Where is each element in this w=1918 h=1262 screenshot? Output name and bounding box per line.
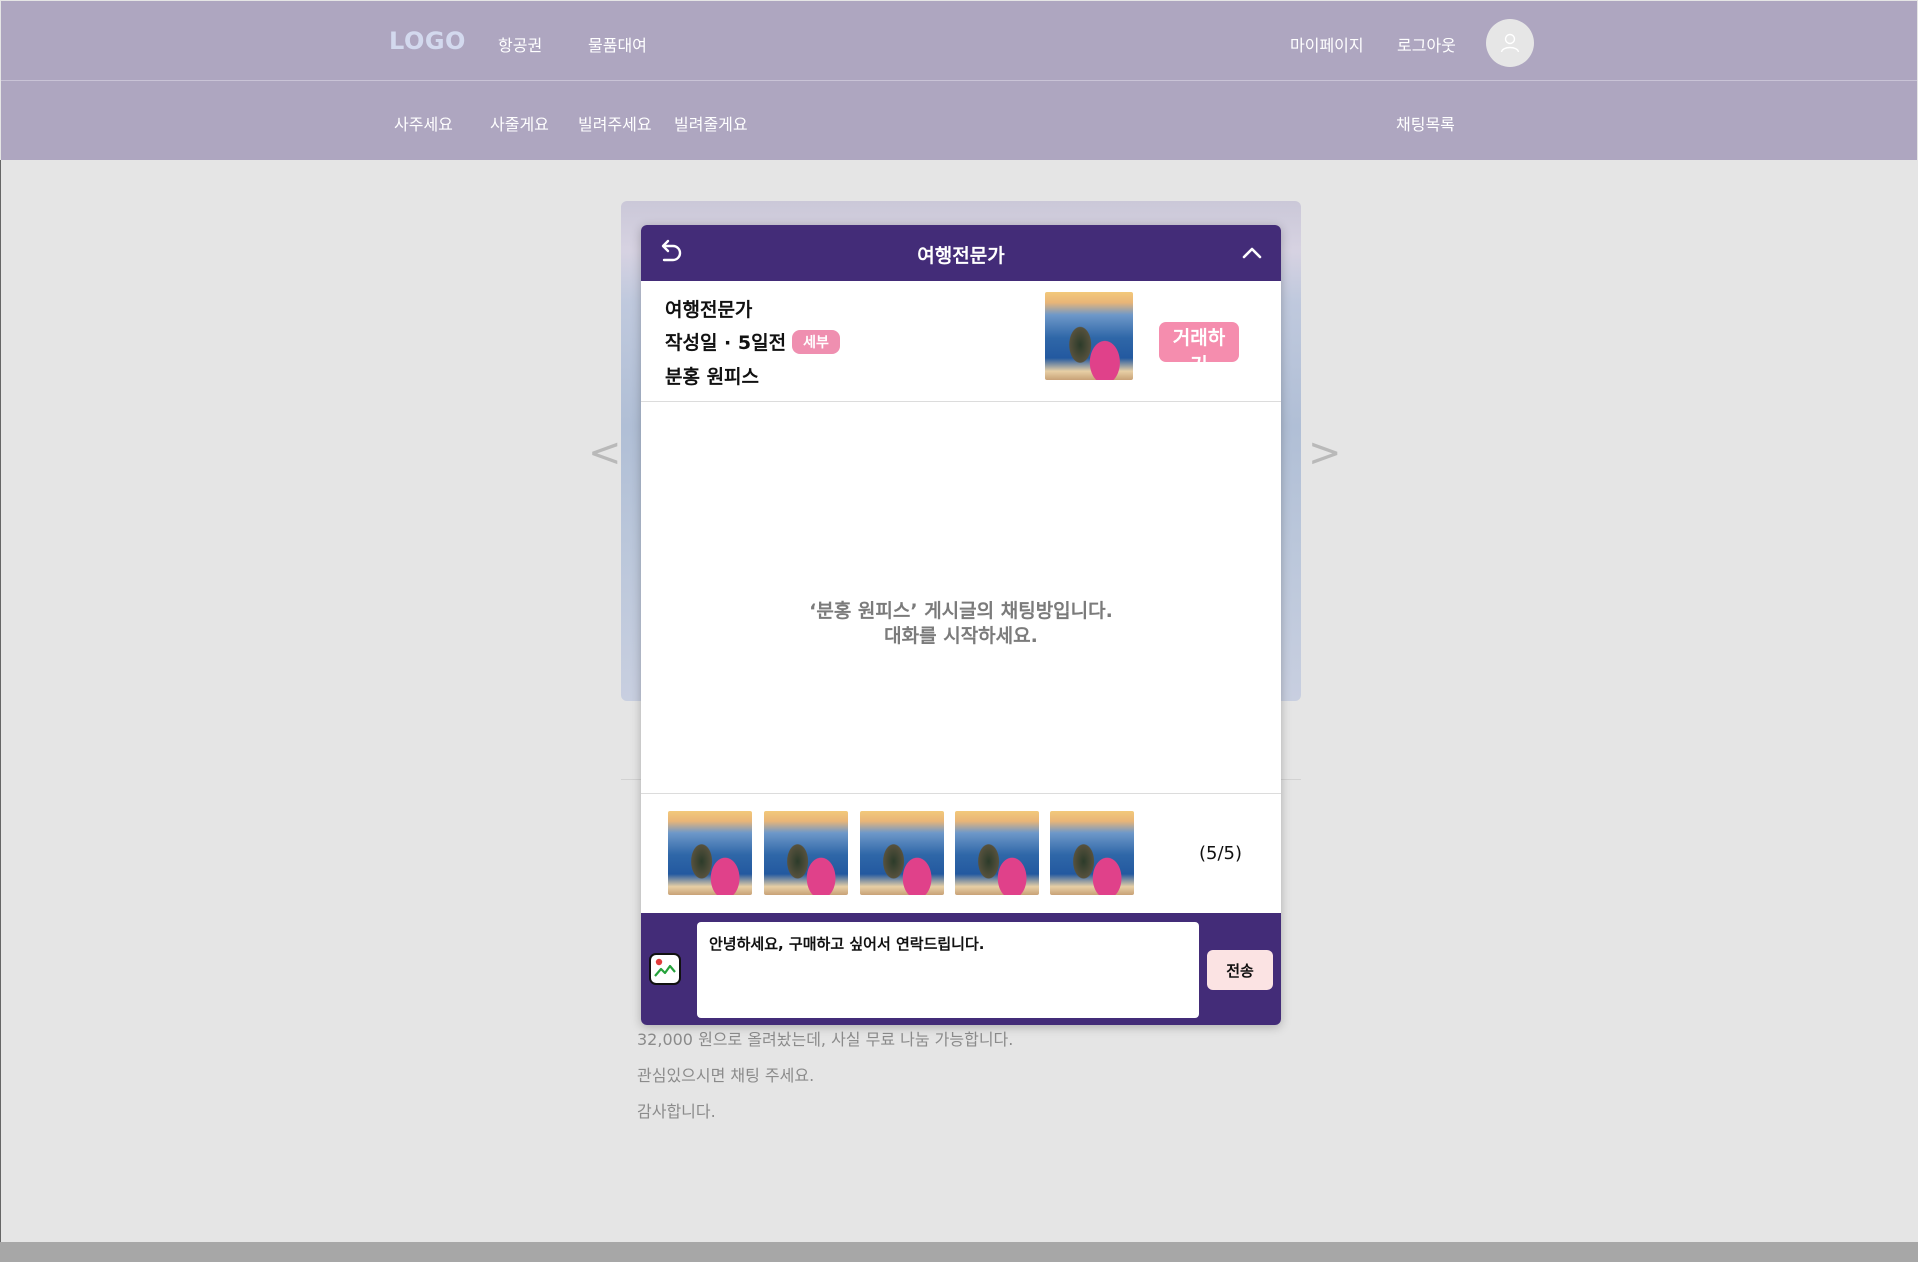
post-date-text: 작성일 · 5일전 bbox=[665, 332, 787, 354]
image-attach-icon bbox=[654, 958, 676, 977]
avatar[interactable] bbox=[1486, 19, 1534, 67]
prev-image-arrow[interactable]: < bbox=[588, 430, 622, 476]
category-lend-request[interactable]: 빌려주세요 bbox=[578, 111, 652, 135]
user-icon bbox=[1500, 33, 1520, 53]
empty-chat-message: ‘분홍 원피스’ 게시글의 채팅방입니다. 대화를 시작하세요. bbox=[641, 599, 1281, 649]
category-navigation: 사주세요 사줄게요 빌려주세요 빌려줄게요 채팅목록 bbox=[1, 81, 1917, 160]
empty-chat-line: 대화를 시작하세요. bbox=[884, 625, 1038, 647]
nav-link-mypage[interactable]: 마이페이지 bbox=[1290, 32, 1364, 56]
seller-name: 여행전문가 bbox=[665, 299, 753, 321]
chat-list-link[interactable]: 채팅목록 bbox=[1396, 111, 1455, 135]
top-navigation: LOGO 항공권 물품대여 마이페이지 로그아웃 bbox=[1, 1, 1917, 81]
item-title: 분홍 원피스 bbox=[665, 366, 760, 388]
send-button[interactable]: 전송 bbox=[1207, 950, 1273, 990]
attached-photo[interactable] bbox=[955, 811, 1039, 895]
category-will-lend[interactable]: 빌려줄게요 bbox=[674, 111, 748, 135]
nav-link-rental[interactable]: 물품대여 bbox=[588, 32, 647, 56]
message-composer: 안녕하세요, 구매하고 싶어서 연락드립니다. 전송 bbox=[641, 913, 1281, 1025]
post-date: 작성일 · 5일전 세부 bbox=[665, 328, 840, 355]
category-will-buy[interactable]: 사줄게요 bbox=[490, 111, 549, 135]
item-thumbnail[interactable] bbox=[1045, 292, 1133, 380]
chat-title: 여행전문가 bbox=[917, 245, 1005, 267]
nav-link-logout[interactable]: 로그아웃 bbox=[1397, 32, 1456, 56]
chat-header: 여행전문가 bbox=[641, 225, 1281, 281]
item-info: 여행전문가 작성일 · 5일전 세부 분홍 원피스 거래하기 bbox=[641, 281, 1281, 402]
logo[interactable]: LOGO bbox=[389, 27, 466, 55]
message-input[interactable]: 안녕하세요, 구매하고 싶어서 연락드립니다. bbox=[697, 922, 1199, 1018]
category-buy-request[interactable]: 사주세요 bbox=[394, 111, 453, 135]
attached-photo[interactable] bbox=[668, 811, 752, 895]
chat-modal: 여행전문가 여행전문가 작성일 · 5일전 세부 분홍 원피스 거래하기 ‘분홍 … bbox=[641, 225, 1281, 1025]
post-body-line: 감사합니다. bbox=[637, 1102, 716, 1121]
next-image-arrow[interactable]: > bbox=[1308, 430, 1342, 476]
photo-count: (5/5) bbox=[1199, 843, 1243, 864]
image-attach-button[interactable] bbox=[649, 953, 681, 985]
trade-button[interactable]: 거래하기 bbox=[1159, 322, 1239, 376]
gallery-divider bbox=[641, 793, 1281, 794]
collapse-button[interactable] bbox=[1235, 236, 1269, 270]
post-body-line: 32,000 원으로 올려놨는데, 사실 무료 나눔 가능합니다. bbox=[637, 1030, 1014, 1049]
attached-photo[interactable] bbox=[860, 811, 944, 895]
empty-chat-line: ‘분홍 원피스’ 게시글의 채팅방입니다. bbox=[809, 600, 1113, 622]
footer bbox=[0, 1242, 1918, 1262]
attached-photo[interactable] bbox=[764, 811, 848, 895]
chevron-up-icon bbox=[1242, 247, 1262, 259]
location-badge: 세부 bbox=[792, 330, 840, 354]
attached-photo[interactable] bbox=[1050, 811, 1134, 895]
nav-link-flights[interactable]: 항공권 bbox=[498, 32, 542, 56]
post-body-line: 관심있으시면 채팅 주세요. bbox=[637, 1066, 815, 1085]
page-edge bbox=[0, 160, 1, 1242]
